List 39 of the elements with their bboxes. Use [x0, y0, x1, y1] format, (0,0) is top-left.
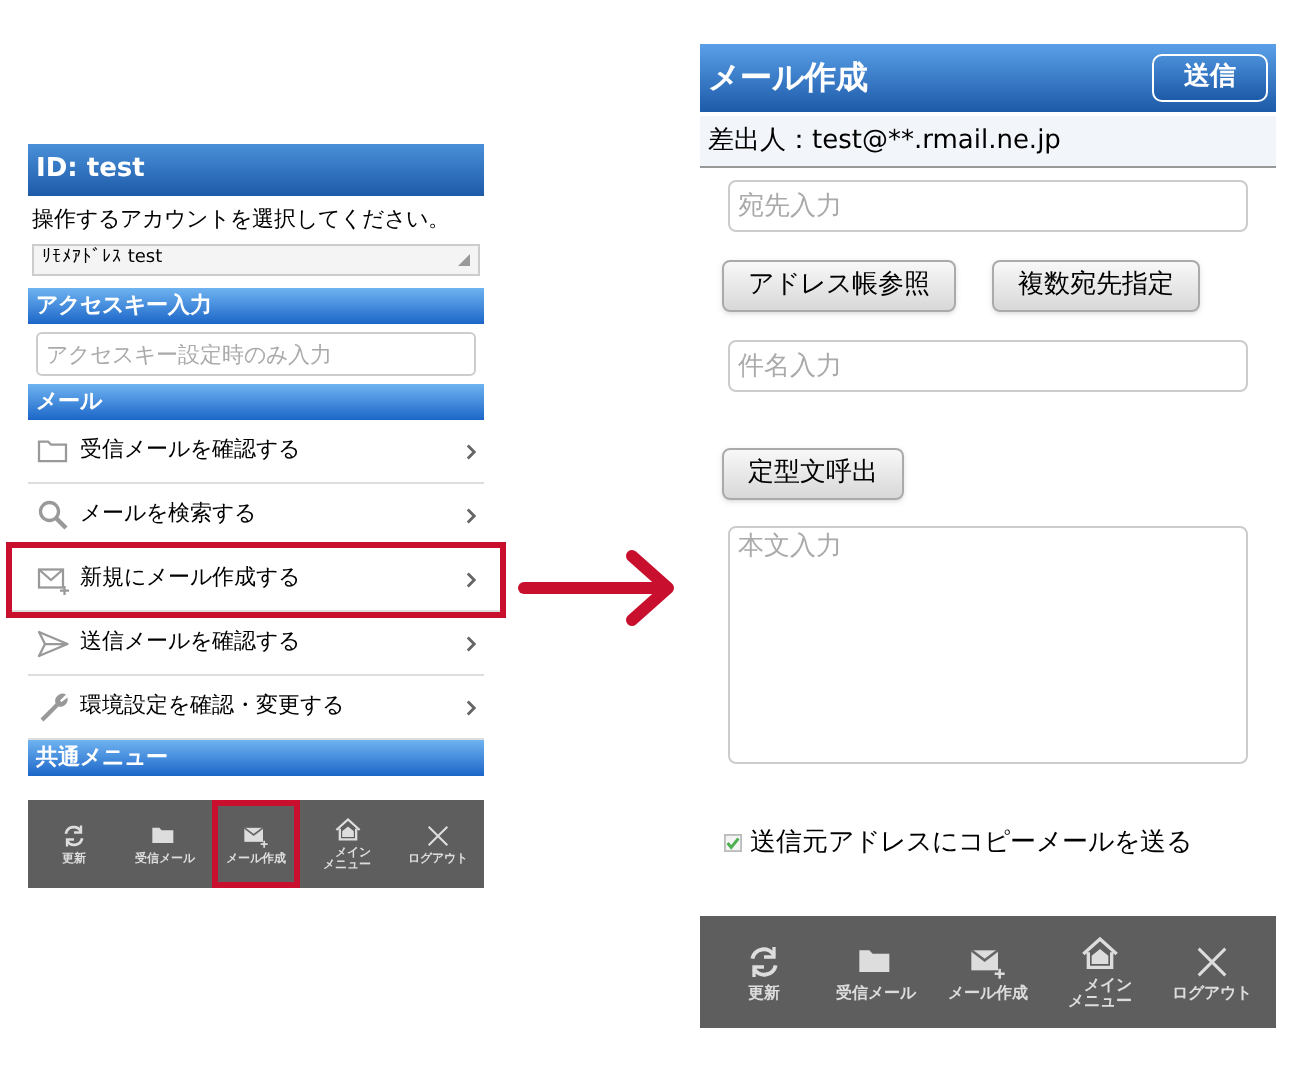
section-header: 共通メニュー: [28, 740, 484, 776]
chevron-icon: [466, 635, 476, 651]
account-select[interactable]: ﾘﾓﾒｱﾄﾞﾚｽ test: [32, 244, 480, 276]
dropdown-icon: [458, 254, 470, 266]
refresh-icon: [59, 822, 88, 850]
chevron-icon: [466, 443, 476, 459]
chevron-icon: [466, 699, 476, 715]
screen-title: ID: test: [28, 144, 484, 196]
input-field[interactable]: 件名入力: [728, 340, 1248, 392]
screen-title: メール作成: [708, 56, 868, 100]
body-field[interactable]: 本文入力: [728, 526, 1248, 764]
toolbar-button[interactable]: メール作成: [934, 915, 1042, 1027]
chevron-icon: [466, 507, 476, 523]
input-field[interactable]: アクセスキー設定時のみ入力: [36, 332, 476, 376]
search-icon: [36, 497, 72, 533]
envelope-icon: [241, 822, 270, 850]
input-field[interactable]: 宛先入力: [728, 180, 1248, 232]
menu-item[interactable]: 受信メールを確認する: [28, 420, 484, 484]
sender-text: 差出人：test@**.rmail.ne.jp: [700, 116, 1276, 168]
checkbox[interactable]: [724, 834, 742, 853]
close-icon: [424, 822, 453, 850]
toolbar-button[interactable]: 更新: [710, 915, 818, 1027]
house-icon: [1080, 933, 1120, 973]
prompt-text: 操作するアカウントを選択してください。: [30, 204, 452, 236]
toolbar-button[interactable]: 受信メール: [822, 915, 930, 1027]
toolbar-button[interactable]: メインメニュー: [1046, 915, 1154, 1027]
paper-plane-icon: [36, 625, 72, 661]
template-button[interactable]: 定型文呼出: [722, 448, 904, 500]
wrench-icon: [36, 689, 72, 725]
section-header: メール: [28, 384, 484, 420]
section-header: アクセスキー入力: [28, 288, 484, 324]
action-button[interactable]: 複数宛先指定: [992, 260, 1200, 312]
toolbar-button[interactable]: ログアウト: [1158, 915, 1266, 1027]
house-icon: [333, 816, 362, 844]
action-button[interactable]: アドレス帳参照: [722, 260, 956, 312]
send-button[interactable]: 送信: [1152, 54, 1268, 102]
chevron-icon: [466, 571, 476, 587]
checkbox-label: 送信元アドレスにコピーメールを送る: [750, 826, 1192, 862]
menu-item[interactable]: 送信メールを確認する: [28, 612, 484, 676]
